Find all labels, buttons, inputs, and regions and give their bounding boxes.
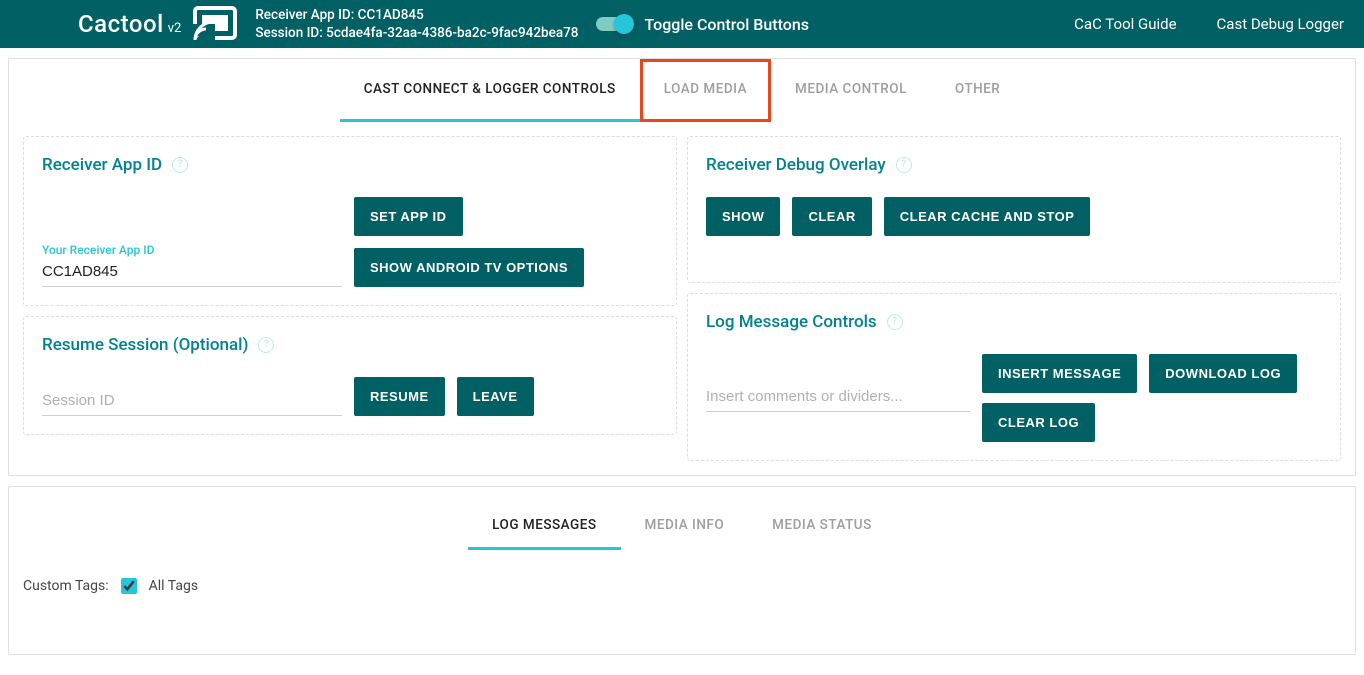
session-id-label: Session ID: (255, 25, 326, 41)
session-id-input[interactable] (42, 388, 342, 416)
overlay-show-button[interactable]: SHOW (706, 197, 780, 236)
receiver-app-id-value: CC1AD845 (358, 7, 424, 23)
toggle-control-buttons-switch[interactable] (596, 17, 630, 31)
tab-log-messages[interactable]: LOG MESSAGES (468, 501, 620, 550)
help-icon[interactable]: ? (896, 157, 912, 173)
receiver-app-id-input-label: Your Receiver App ID (42, 243, 342, 257)
app-header: Cactool v2 Receiver App ID: CC1AD845 Ses… (0, 0, 1364, 48)
panel-log-controls: Log Message Controls ? INSERT MESSAGE DO… (687, 293, 1341, 461)
panel-log-title: Log Message Controls (706, 312, 877, 332)
main-tabs: CAST CONNECT & LOGGER CONTROLS LOAD MEDI… (9, 59, 1355, 122)
tab-media-status[interactable]: MEDIA STATUS (748, 501, 896, 550)
overlay-clear-cache-button[interactable]: CLEAR CACHE AND STOP (884, 197, 1091, 236)
custom-tags-label: Custom Tags: (23, 578, 109, 594)
receiver-app-id-input[interactable] (42, 259, 342, 287)
set-app-id-button[interactable]: SET APP ID (354, 197, 463, 236)
nav-cac-tool-guide[interactable]: CaC Tool Guide (1074, 15, 1176, 33)
nav-cast-debug-logger[interactable]: Cast Debug Logger (1217, 15, 1344, 33)
panel-debug-overlay: Receiver Debug Overlay ? SHOW CLEAR CLEA… (687, 136, 1341, 283)
log-tabs: LOG MESSAGES MEDIA INFO MEDIA STATUS (9, 501, 1355, 550)
toggle-control-buttons-label: Toggle Control Buttons (644, 15, 809, 34)
show-android-tv-options-button[interactable]: SHOW ANDROID TV OPTIONS (354, 248, 584, 287)
logo-subtitle: v2 (168, 21, 182, 36)
tab-load-media[interactable]: LOAD MEDIA (640, 59, 771, 122)
leave-button[interactable]: LEAVE (457, 377, 534, 416)
panel-resume-title: Resume Session (Optional) (42, 335, 248, 355)
logo-title: Cactool (78, 10, 164, 38)
overlay-clear-button[interactable]: CLEAR (792, 197, 871, 236)
log-comments-input[interactable] (706, 384, 970, 412)
controls-card: CAST CONNECT & LOGGER CONTROLS LOAD MEDI… (8, 58, 1356, 476)
tab-media-info[interactable]: MEDIA INFO (621, 501, 749, 550)
session-info: Receiver App ID: CC1AD845 Session ID: 5c… (255, 6, 578, 42)
resume-button[interactable]: RESUME (354, 377, 445, 416)
cast-icon[interactable] (191, 4, 239, 44)
download-log-button[interactable]: DOWNLOAD LOG (1149, 354, 1297, 393)
receiver-app-id-label: Receiver App ID: (255, 7, 357, 23)
panel-overlay-title: Receiver Debug Overlay (706, 155, 886, 175)
tab-media-control[interactable]: MEDIA CONTROL (771, 59, 931, 122)
help-icon[interactable]: ? (172, 157, 188, 173)
tab-cast-connect[interactable]: CAST CONNECT & LOGGER CONTROLS (340, 59, 640, 122)
session-id-value: 5cdae4fa-32aa-4386-ba2c-9fac942bea78 (326, 25, 578, 41)
all-tags-label: All Tags (149, 578, 198, 594)
log-card: LOG MESSAGES MEDIA INFO MEDIA STATUS Cus… (8, 486, 1356, 655)
tab-other[interactable]: OTHER (931, 59, 1024, 122)
help-icon[interactable]: ? (258, 337, 274, 353)
all-tags-checkbox[interactable] (121, 578, 137, 594)
help-icon[interactable]: ? (887, 314, 903, 330)
insert-message-button[interactable]: INSERT MESSAGE (982, 354, 1137, 393)
panel-receiver-app-id: Receiver App ID ? Your Receiver App ID S… (23, 136, 677, 306)
clear-log-button[interactable]: CLEAR LOG (982, 403, 1095, 442)
logo: Cactool v2 (78, 10, 181, 38)
panel-resume-session: Resume Session (Optional) ? RESUME LEAVE (23, 316, 677, 435)
panel-receiver-title: Receiver App ID (42, 155, 162, 175)
